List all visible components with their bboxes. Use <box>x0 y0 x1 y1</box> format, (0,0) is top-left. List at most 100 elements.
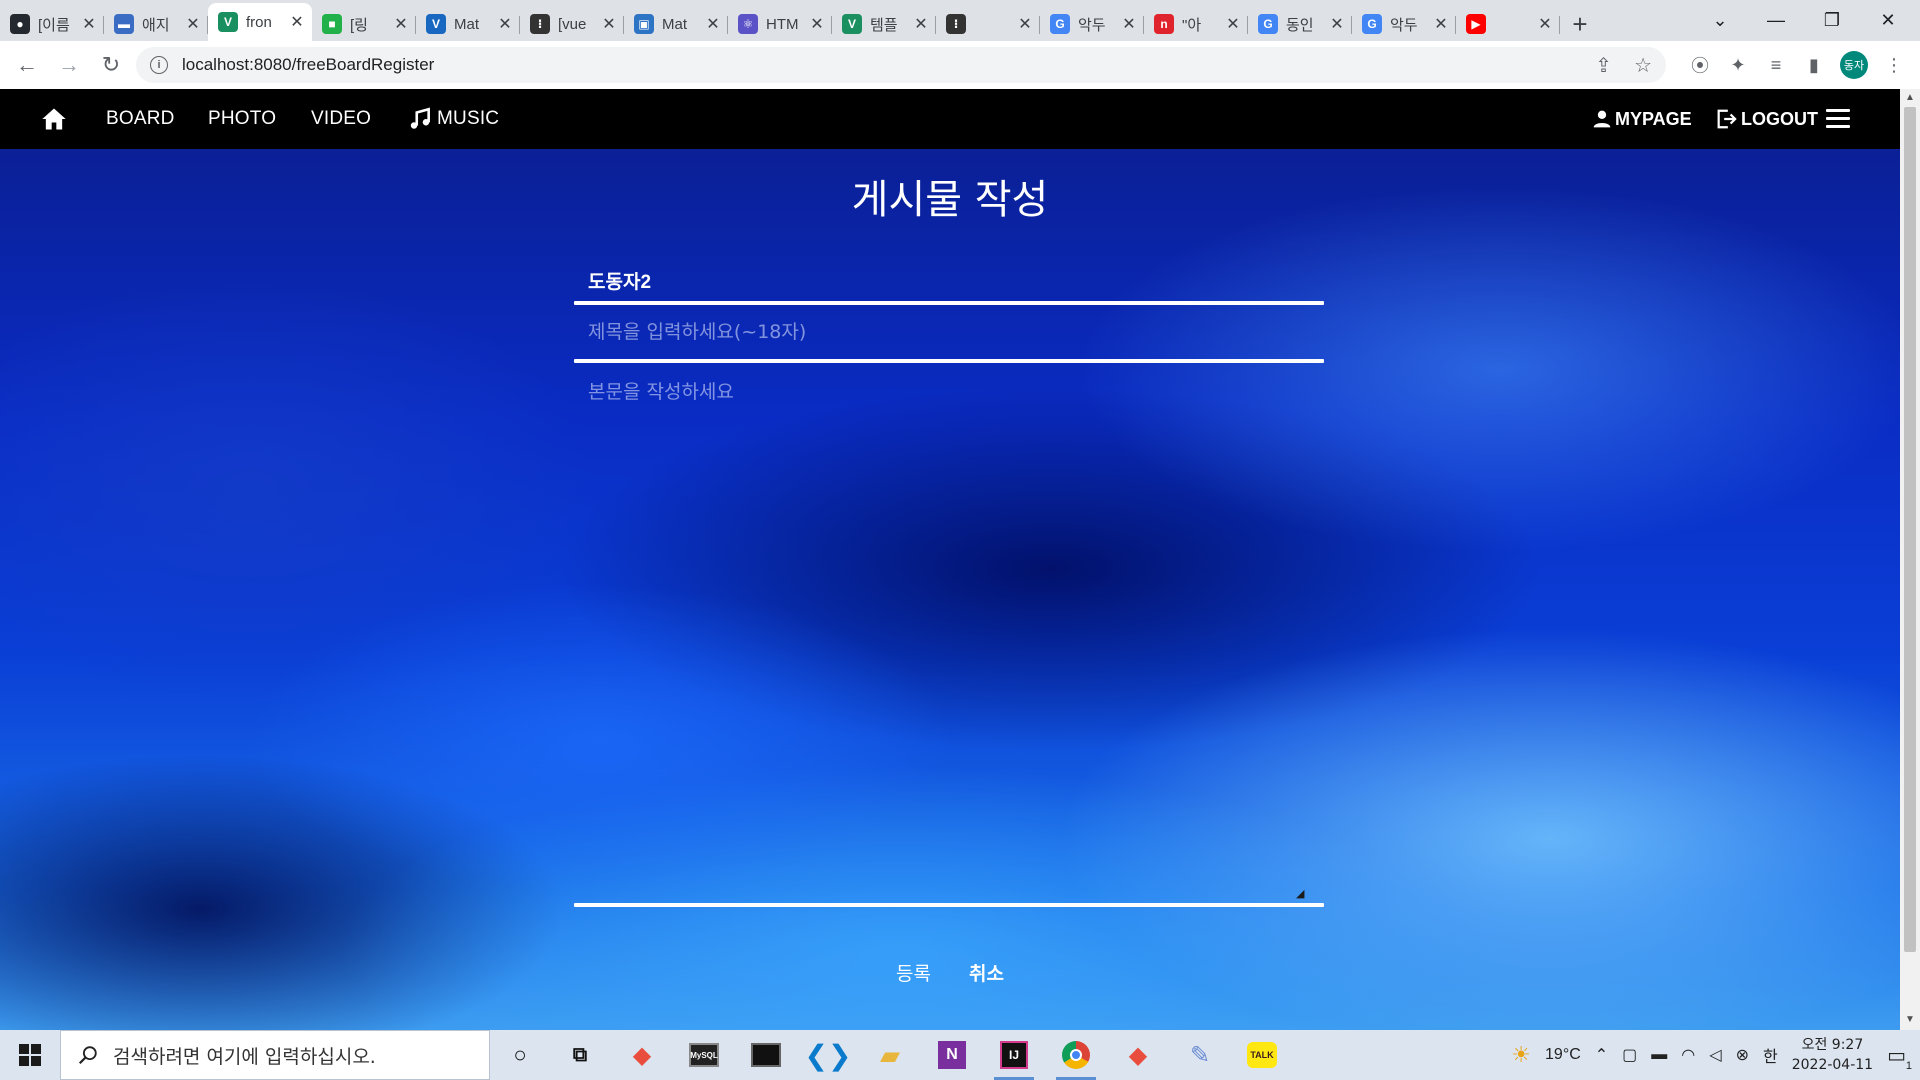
muted-mic-icon[interactable]: ⊗ <box>1736 1045 1749 1065</box>
sourcetree-icon[interactable]: ◆ <box>622 1035 662 1075</box>
browser-tab[interactable]: ▣ Mat ✕ <box>624 7 728 41</box>
scroll-down-arrow-icon[interactable]: ▼ <box>1905 1014 1915 1025</box>
logout-link[interactable]: LOGOUT <box>1715 89 1818 149</box>
browser-tab[interactable]: ⚛ HTM ✕ <box>728 7 832 41</box>
post-form: 도동자2 <box>574 259 1324 907</box>
cortana-icon[interactable]: ○ <box>500 1035 540 1075</box>
show-hidden-icons-icon[interactable]: ⌃ <box>1595 1045 1608 1065</box>
paint-icon[interactable]: ✎ <box>1180 1035 1220 1075</box>
browser-tab[interactable]: G 악두 ✕ <box>1352 7 1456 41</box>
tab-close-icon[interactable]: ✕ <box>1122 14 1136 34</box>
nav-link-music[interactable]: MUSIC <box>407 89 499 149</box>
browser-tab[interactable]: ▶ ✕ <box>1456 7 1560 41</box>
tab-search-icon[interactable]: ⌄ <box>1692 0 1748 41</box>
google-icon: G <box>1362 14 1382 34</box>
profile-avatar[interactable]: 동자 <box>1840 51 1868 79</box>
sourcetree-icon[interactable]: ◆ <box>1118 1035 1158 1075</box>
browser-tab[interactable]: G 악두 ✕ <box>1040 7 1144 41</box>
network-device-icon[interactable]: ▢ <box>1622 1045 1637 1065</box>
wifi-icon[interactable]: ◠ <box>1681 1045 1695 1065</box>
browser-tab[interactable]: ▬ 애지 ✕ <box>104 7 208 41</box>
scroll-thumb[interactable] <box>1904 107 1916 952</box>
vscode-icon[interactable]: ❮❯ <box>805 1035 852 1075</box>
hamburger-menu-icon[interactable] <box>1826 109 1850 129</box>
tab-close-icon[interactable]: ✕ <box>1226 14 1240 34</box>
tab-close-icon[interactable]: ✕ <box>290 12 304 32</box>
tab-close-icon[interactable]: ✕ <box>706 14 720 34</box>
browser-tab[interactable]: V Mat ✕ <box>416 7 520 41</box>
battery-icon[interactable]: ▬ <box>1651 1046 1667 1064</box>
address-bar[interactable]: i localhost:8080/freeBoardRegister ⇪ ☆ <box>136 47 1666 83</box>
onenote-icon[interactable]: N <box>932 1035 972 1075</box>
share-icon[interactable]: ⇪ <box>1595 53 1612 78</box>
taskbar-clock[interactable]: 오전 9:27 2022-04-11 <box>1792 1035 1873 1075</box>
browser-tab[interactable]: n "아 ✕ <box>1144 7 1248 41</box>
browser-tab[interactable]: G 동인 ✕ <box>1248 7 1352 41</box>
mysql-workbench-icon[interactable]: MySQL <box>684 1035 724 1075</box>
mypage-link[interactable]: MYPAGE <box>1592 89 1692 149</box>
tab-close-icon[interactable]: ✕ <box>1018 14 1032 34</box>
tab-title: "아 <box>1182 16 1202 34</box>
reload-icon[interactable]: ↻ <box>92 46 130 84</box>
more-menu-icon[interactable]: ⋮ <box>1882 53 1906 77</box>
task-view-icon[interactable]: ⧉ <box>560 1035 600 1075</box>
tab-close-icon[interactable]: ✕ <box>1330 14 1344 34</box>
minimize-icon[interactable]: — <box>1748 0 1804 41</box>
windows-start-icon[interactable] <box>0 1030 60 1080</box>
side-panel-icon[interactable]: ▮ <box>1802 53 1826 77</box>
browser-tab[interactable]: ● [이름 ✕ <box>0 7 104 41</box>
title-input[interactable] <box>574 305 1324 359</box>
site-info-icon[interactable]: i <box>150 56 168 74</box>
bookmark-star-icon[interactable]: ☆ <box>1634 53 1652 78</box>
weather-icon[interactable]: ☀ <box>1511 1042 1531 1068</box>
weather-temp[interactable]: 19°C <box>1545 1046 1581 1064</box>
form-actions: 등록 취소 <box>0 959 1900 986</box>
nav-link-photo[interactable]: PHOTO <box>208 89 276 149</box>
file-explorer-icon[interactable]: ▰ <box>870 1035 910 1075</box>
page-scrollbar[interactable]: ▲ ▼ <box>1900 89 1920 1030</box>
forward-arrow-icon[interactable]: → <box>50 46 88 84</box>
browser-tab[interactable]: Vfron ✕ <box>208 3 312 41</box>
terminal-icon[interactable] <box>746 1035 786 1075</box>
cancel-button[interactable]: 취소 <box>969 959 1004 986</box>
back-arrow-icon[interactable]: ← <box>8 46 46 84</box>
extensions-puzzle-icon[interactable]: ✦ <box>1726 53 1750 77</box>
tab-close-icon[interactable]: ✕ <box>810 14 824 34</box>
tab-title: [링 <box>350 16 368 34</box>
body-textarea[interactable] <box>574 363 1324 903</box>
tab-close-icon[interactable]: ✕ <box>186 14 200 34</box>
tab-close-icon[interactable]: ✕ <box>1538 14 1552 34</box>
browser-tab[interactable]: ■ [링 ✕ <box>312 7 416 41</box>
volume-icon[interactable]: ◁ <box>1709 1045 1721 1065</box>
maximize-icon[interactable]: ❐ <box>1804 0 1860 41</box>
nav-link-video[interactable]: VIDEO <box>311 89 371 149</box>
tab-close-icon[interactable]: ✕ <box>498 14 512 34</box>
tab-title: 동인 <box>1286 16 1314 34</box>
browser-tab[interactable]: V 템플 ✕ <box>832 7 936 41</box>
notification-icon[interactable]: ▭ 1 <box>1887 1043 1912 1072</box>
ime-indicator[interactable]: 한 <box>1763 1043 1778 1067</box>
tab-close-icon[interactable]: ✕ <box>82 14 96 34</box>
scroll-up-arrow-icon[interactable]: ▲ <box>1905 92 1915 103</box>
home-icon[interactable] <box>40 105 68 133</box>
media-queue-icon[interactable]: ≡ <box>1764 53 1788 77</box>
react-icon: ⚛ <box>738 14 758 34</box>
tab-close-icon[interactable]: ✕ <box>602 14 616 34</box>
dots-icon: ⁝ <box>530 14 550 34</box>
kakaotalk-icon[interactable]: TALK <box>1242 1035 1282 1075</box>
taskbar-search[interactable]: 검색하려면 여기에 입력하십시오. <box>60 1030 490 1080</box>
chrome-icon[interactable] <box>1056 1035 1096 1080</box>
close-window-icon[interactable]: ✕ <box>1860 0 1916 41</box>
intellij-icon[interactable]: IJ <box>994 1035 1034 1080</box>
textarea-resize-handle-icon[interactable]: ◢ <box>1296 887 1310 901</box>
url-text[interactable]: localhost:8080/freeBoardRegister <box>182 55 434 75</box>
submit-button[interactable]: 등록 <box>896 959 931 986</box>
tab-close-icon[interactable]: ✕ <box>1434 14 1448 34</box>
browser-tab[interactable]: ⁝ ✕ <box>936 7 1040 41</box>
tab-close-icon[interactable]: ✕ <box>914 14 928 34</box>
new-tab-plus-icon[interactable]: + <box>1560 7 1600 41</box>
extension-s-icon[interactable]: ⦿ <box>1688 53 1712 77</box>
nav-link-board[interactable]: BOARD <box>106 89 175 149</box>
browser-tab[interactable]: ⁝ [vue ✕ <box>520 7 624 41</box>
tab-close-icon[interactable]: ✕ <box>394 14 408 34</box>
